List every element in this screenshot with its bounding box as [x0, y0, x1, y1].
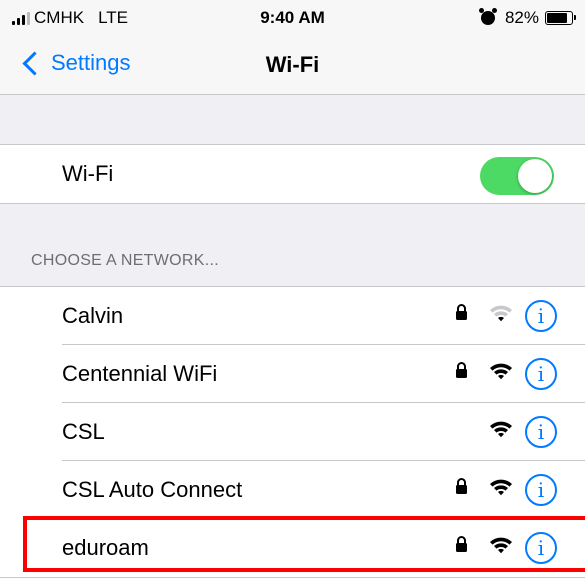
info-button[interactable]: i — [525, 358, 557, 390]
network-name: eduroam — [62, 535, 149, 560]
info-button[interactable]: i — [525, 300, 557, 332]
battery-percent: 82% — [504, 8, 539, 27]
toggle-knob — [518, 159, 552, 193]
network-list: Calvin i Centennial WiFi i CSL i CSL Auto Conn… — [0, 286, 585, 578]
network-row-calvin[interactable]: Calvin i — [0, 287, 585, 345]
network-name: CSL — [62, 419, 105, 444]
info-button[interactable]: i — [525, 532, 557, 564]
info-button[interactable]: i — [525, 416, 557, 448]
wifi-toggle-group: Wi-Fi — [0, 144, 585, 204]
status-bar: CMHK LTE 9:40 AM 82% — [0, 0, 585, 40]
status-right: 82% — [478, 8, 576, 28]
alarm-icon — [478, 8, 497, 25]
wifi-signal-icon — [489, 536, 513, 554]
wifi-toggle-switch[interactable] — [480, 157, 554, 195]
wifi-signal-icon — [489, 304, 513, 322]
wifi-signal-icon — [489, 478, 513, 496]
network-name: Centennial WiFi — [62, 361, 218, 386]
lock-icon — [456, 304, 467, 320]
wifi-toggle-row: Wi-Fi — [0, 145, 585, 203]
info-button[interactable]: i — [525, 474, 557, 506]
navigation-bar: Settings Wi-Fi — [0, 40, 585, 95]
network-name: CSL Auto Connect — [62, 477, 243, 502]
lock-icon — [456, 362, 467, 378]
network-row-eduroam[interactable]: eduroam i — [0, 519, 585, 577]
lock-icon — [456, 536, 467, 552]
network-row-csl-auto-connect[interactable]: CSL Auto Connect i — [0, 461, 585, 519]
section-header: CHOOSE A NETWORK... — [31, 252, 219, 269]
network-name: Calvin — [62, 303, 124, 328]
lock-icon — [456, 478, 467, 494]
wifi-toggle-label: Wi-Fi — [62, 161, 114, 186]
wifi-signal-icon — [489, 420, 513, 438]
network-row-csl[interactable]: CSL i — [0, 403, 585, 461]
network-row-centennial-wifi[interactable]: Centennial WiFi i — [0, 345, 585, 403]
battery-icon — [545, 11, 576, 25]
wifi-signal-icon — [489, 362, 513, 380]
page-title: Wi-Fi — [265, 52, 320, 77]
